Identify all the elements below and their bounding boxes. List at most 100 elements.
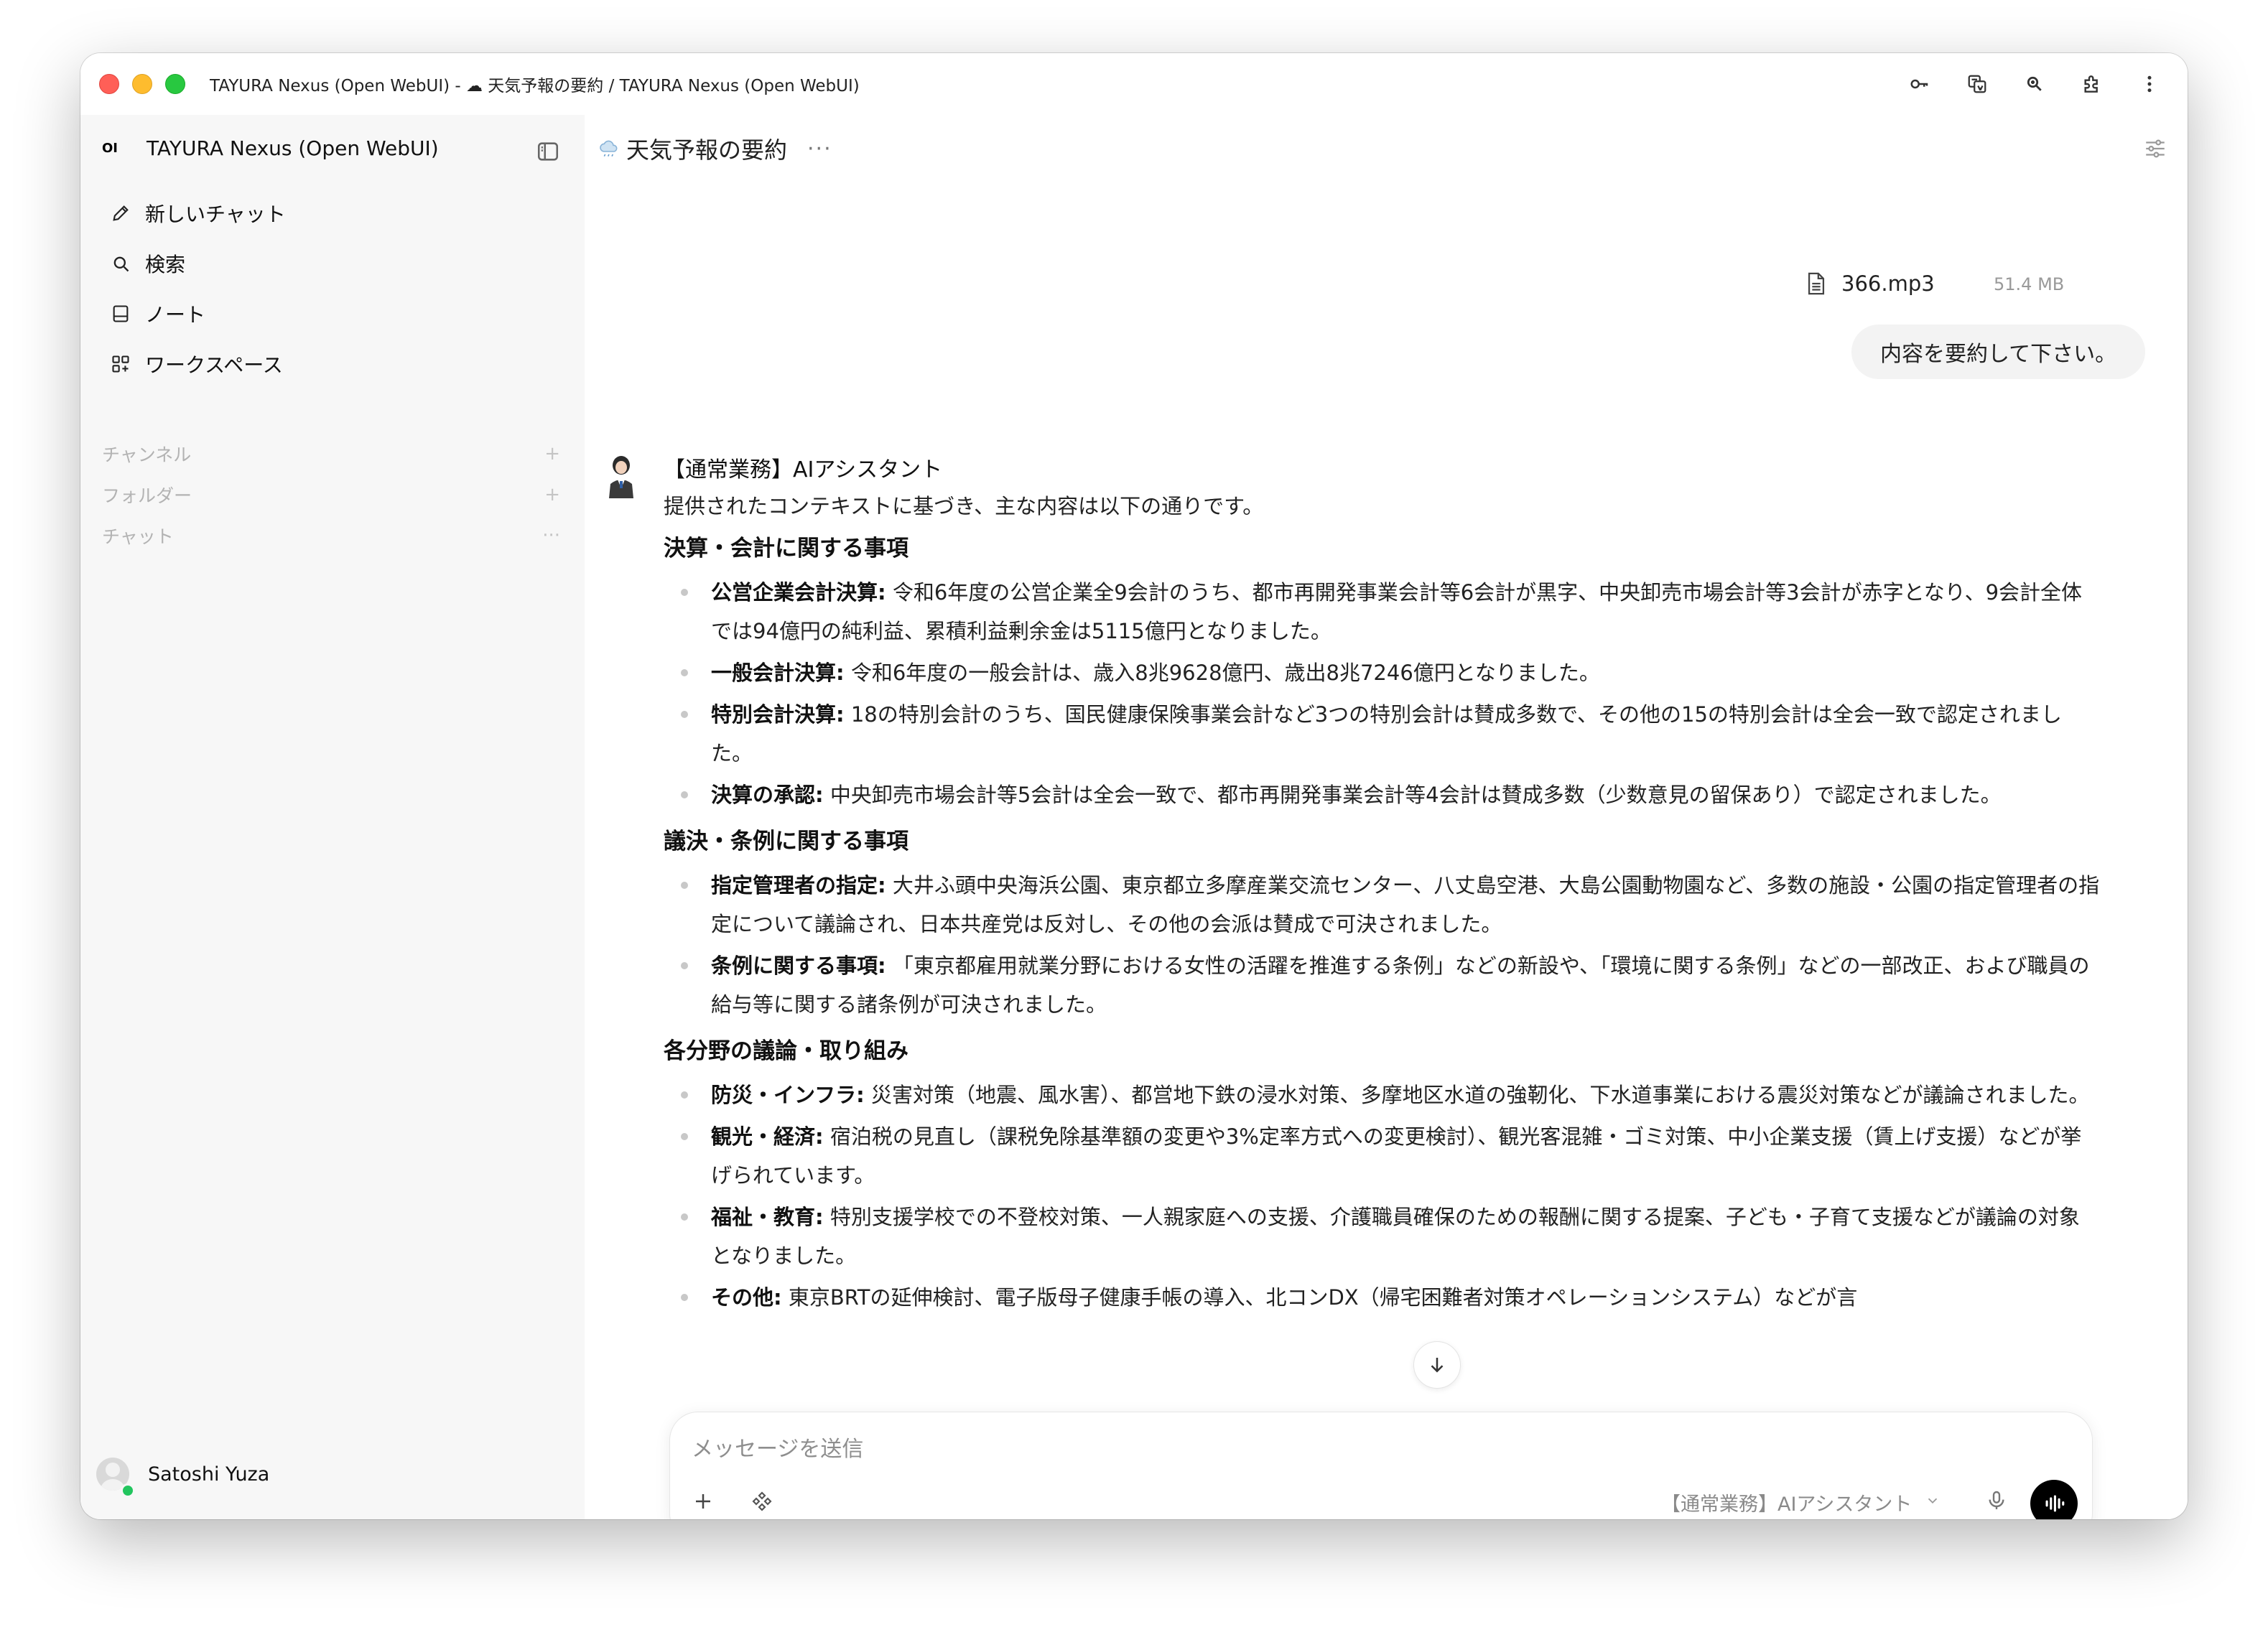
list-item: 指定管理者の指定: 大井ふ頭中央海浜公園、東京都立多摩産業交流センター、八丈島空… [664, 866, 2100, 943]
chat-main: 天気予報の要約 ··· 366.mp3 51.4 MB 内容を要約して下さい。 [585, 115, 2188, 1519]
section-heading: 各分野の議論・取り組み [664, 1038, 908, 1064]
model-selector[interactable]: 【通常業務】AIアシスタント [1661, 1488, 1941, 1516]
section-heading: 議決・条例に関する事項 [664, 829, 908, 854]
online-status-indicator [121, 1483, 135, 1498]
bullet-title: 一般会計決算: [711, 661, 845, 685]
sidebar-item-label: 検索 [145, 253, 186, 276]
list-item: 防災・インフラ: 災害対策（地震、風水害）、都営地下鉄の浸水対策、多摩地区水道の… [664, 1076, 2100, 1114]
bullet-title: 決算の承認: [711, 783, 824, 807]
sidebar-item-notes[interactable]: ノート [99, 289, 566, 339]
title-bar: TAYURA Nexus (Open WebUI) - ☁ 天気予報の要約 / … [80, 53, 2188, 115]
section-heading: 決算・会計に関する事項 [664, 536, 908, 561]
document-icon [1805, 271, 1827, 296]
sidebar-toggle-icon[interactable] [536, 139, 560, 164]
model-name: 【通常業務】AIアシスタント [1661, 1493, 1913, 1516]
minimize-window-button[interactable] [132, 74, 152, 94]
note-icon [108, 301, 134, 327]
zoom-window-button[interactable] [165, 74, 185, 94]
list-item: 特別会計決算: 18の特別会計のうち、国民健康保険事業会計など3つの特別会計は賛… [664, 695, 2100, 773]
bullet-title: 条例に関する事項: [711, 954, 886, 978]
bullet-text: 中央卸売市場会計等5会計は全会一致で、都市再開発事業会計等4会計は賛成多数（少数… [823, 783, 2002, 807]
search-icon [108, 251, 134, 276]
bullet-list: 公営企業会計決算: 令和6年度の公営企業全9会計のうち、都市再開発事業会計等6会… [664, 573, 2100, 814]
sidebar-item-workspace[interactable]: ワークスペース [99, 339, 566, 389]
bullet-title: 福祉・教育: [711, 1205, 824, 1229]
assistant-message: 【通常業務】AIアシスタント 提供されたコンテキストに基づき、主な内容は以下の通… [664, 452, 2100, 1320]
brand-name: TAYURA Nexus (Open WebUI) [147, 136, 439, 160]
bullet-list: 防災・インフラ: 災害対策（地震、風水害）、都営地下鉄の浸水対策、多摩地区水道の… [664, 1076, 2100, 1317]
more-vertical-icon[interactable] [2136, 70, 2163, 98]
app-window: TAYURA Nexus (Open WebUI) - ☁ 天気予報の要約 / … [80, 53, 2188, 1519]
sidebar-section-channels[interactable]: チャンネル + [102, 438, 569, 470]
add-folder-button[interactable]: + [544, 484, 569, 505]
scroll-to-bottom-button[interactable] [1413, 1341, 1461, 1389]
section-label: チャンネル [102, 444, 192, 465]
assistant-intro: 提供されたコンテキストに基づき、主な内容は以下の通りです。 [664, 494, 1264, 518]
file-size: 51.4 MB [1994, 274, 2065, 294]
window-title: TAYURA Nexus (Open WebUI) - ☁ 天気予報の要約 / … [210, 77, 860, 95]
bullet-text: 「東京都雇用就業分野における女性の活躍を推進する条例」などの新設や、「環境に関す… [711, 954, 2090, 1017]
bullet-text: 災害対策（地震、風水害）、都営地下鉄の浸水対策、多摩地区水道の強靭化、下水道事業… [864, 1083, 2090, 1107]
bullet-title: 防災・インフラ: [711, 1083, 865, 1107]
sidebar-item-label: ノート [145, 303, 206, 327]
chevron-down-icon [1925, 1491, 1941, 1514]
close-window-button[interactable] [99, 74, 119, 94]
bullet-title: 特別会計決算: [711, 702, 845, 727]
list-item: 条例に関する事項: 「東京都雇用就業分野における女性の活躍を推進する条例」などの… [664, 946, 2100, 1024]
workspace-icon [108, 351, 134, 377]
window-controls [99, 74, 185, 94]
chats-options-button[interactable]: ··· [542, 525, 569, 546]
bullet-text: 令和6年度の公営企業全9会計のうち、都市再開発事業会計等6会計が黒字、中央卸売市… [711, 580, 2083, 643]
bullet-title: 公営企業会計決算: [711, 580, 886, 605]
section-label: チャット [102, 526, 174, 547]
scroll-fade [585, 1335, 2188, 1400]
message-composer: メッセージを送信 【通常業務】AIアシスタント [669, 1412, 2093, 1519]
microphone-icon[interactable] [1981, 1486, 2012, 1516]
add-attachment-button[interactable] [689, 1487, 717, 1516]
app-logo: OI [102, 141, 118, 156]
bullet-text: 東京BRTの延伸検討、電子版母子健康手帳の導入、北コンDX（帰宅困難者対策オペレ… [781, 1285, 1858, 1310]
sidebar-item-label: 新しいチャット [145, 202, 286, 226]
key-icon[interactable] [1906, 70, 1933, 98]
extensions-icon[interactable] [2078, 70, 2106, 98]
file-attachment[interactable]: 366.mp3 51.4 MB [1805, 271, 2064, 296]
section-label: フォルダー [102, 485, 192, 506]
assistant-name: 【通常業務】AIアシスタント [664, 457, 943, 482]
file-name: 366.mp3 [1841, 271, 1935, 296]
bullet-title: 観光・経済: [711, 1124, 824, 1149]
zoom-icon[interactable] [2021, 70, 2048, 98]
bullet-text: 宿泊税の見直し（課税免除基準額の変更や3%定率方式への変更検討）、観光客混雑・ゴ… [711, 1124, 2082, 1188]
list-item: 一般会計決算: 令和6年度の一般会計は、歳入8兆9628億円、歳出8兆7246億… [664, 653, 2100, 692]
browser-toolbar [1906, 53, 2163, 115]
bullet-text: 特別支援学校での不登校対策、一人親家庭への支援、介護職員確保のための報酬に関する… [711, 1205, 2080, 1268]
bullet-text: 18の特別会計のうち、国民健康保険事業会計など3つの特別会計は賛成多数で、その他… [711, 702, 2062, 765]
list-item: 福祉・教育: 特別支援学校での不登校対策、一人親家庭への支援、介護職員確保のため… [664, 1198, 2100, 1275]
sidebar: OI TAYURA Nexus (Open WebUI) 新しいチャット 検索 [80, 115, 585, 1519]
list-item: 観光・経済: 宿泊税の見直し（課税免除基準額の変更や3%定率方式への変更検討）、… [664, 1117, 2100, 1195]
add-channel-button[interactable]: + [544, 443, 569, 465]
sidebar-brand[interactable]: OI TAYURA Nexus (Open WebUI) [102, 136, 439, 160]
sidebar-menu: 新しいチャット 検索 ノート ワークスペース [99, 188, 566, 389]
tools-icon[interactable] [748, 1487, 776, 1516]
sidebar-section-folders[interactable]: フォルダー + [102, 479, 569, 511]
user-name: Satoshi Yuza [148, 1463, 270, 1486]
bullet-text: 大井ふ頭中央海浜公園、東京都立多摩産業交流センター、八丈島空港、大島公園動物園な… [711, 873, 2100, 936]
translate-icon[interactable] [1963, 70, 1991, 98]
message-input[interactable]: メッセージを送信 [692, 1431, 863, 1463]
sidebar-item-new-chat[interactable]: 新しいチャット [99, 188, 566, 238]
messages-area: 366.mp3 51.4 MB 内容を要約して下さい。 【通常業務】AIアシスタ… [585, 115, 2188, 1400]
list-item: その他: 東京BRTの延伸検討、電子版母子健康手帳の導入、北コンDX（帰宅困難者… [664, 1278, 2100, 1317]
bullet-title: その他: [711, 1285, 782, 1310]
bullet-list: 指定管理者の指定: 大井ふ頭中央海浜公園、東京都立多摩産業交流センター、八丈島空… [664, 866, 2100, 1024]
bullet-text: 令和6年度の一般会計は、歳入8兆9628億円、歳出8兆7246億円となりました。 [844, 661, 1600, 685]
sidebar-section-chats[interactable]: チャット ··· [102, 520, 569, 551]
sidebar-item-search[interactable]: 検索 [99, 238, 566, 289]
user-message-bubble: 内容を要約して下さい。 [1851, 325, 2146, 379]
bullet-title: 指定管理者の指定: [711, 873, 886, 898]
voice-mode-button[interactable] [2030, 1480, 2078, 1519]
list-item: 公営企業会計決算: 令和6年度の公営企業全9会計のうち、都市再開発事業会計等6会… [664, 573, 2100, 651]
assistant-avatar [603, 452, 639, 498]
pencil-icon [108, 200, 134, 226]
sidebar-item-label: ワークスペース [145, 353, 283, 377]
list-item: 決算の承認: 中央卸売市場会計等5会計は全会一致で、都市再開発事業会計等4会計は… [664, 775, 2100, 814]
